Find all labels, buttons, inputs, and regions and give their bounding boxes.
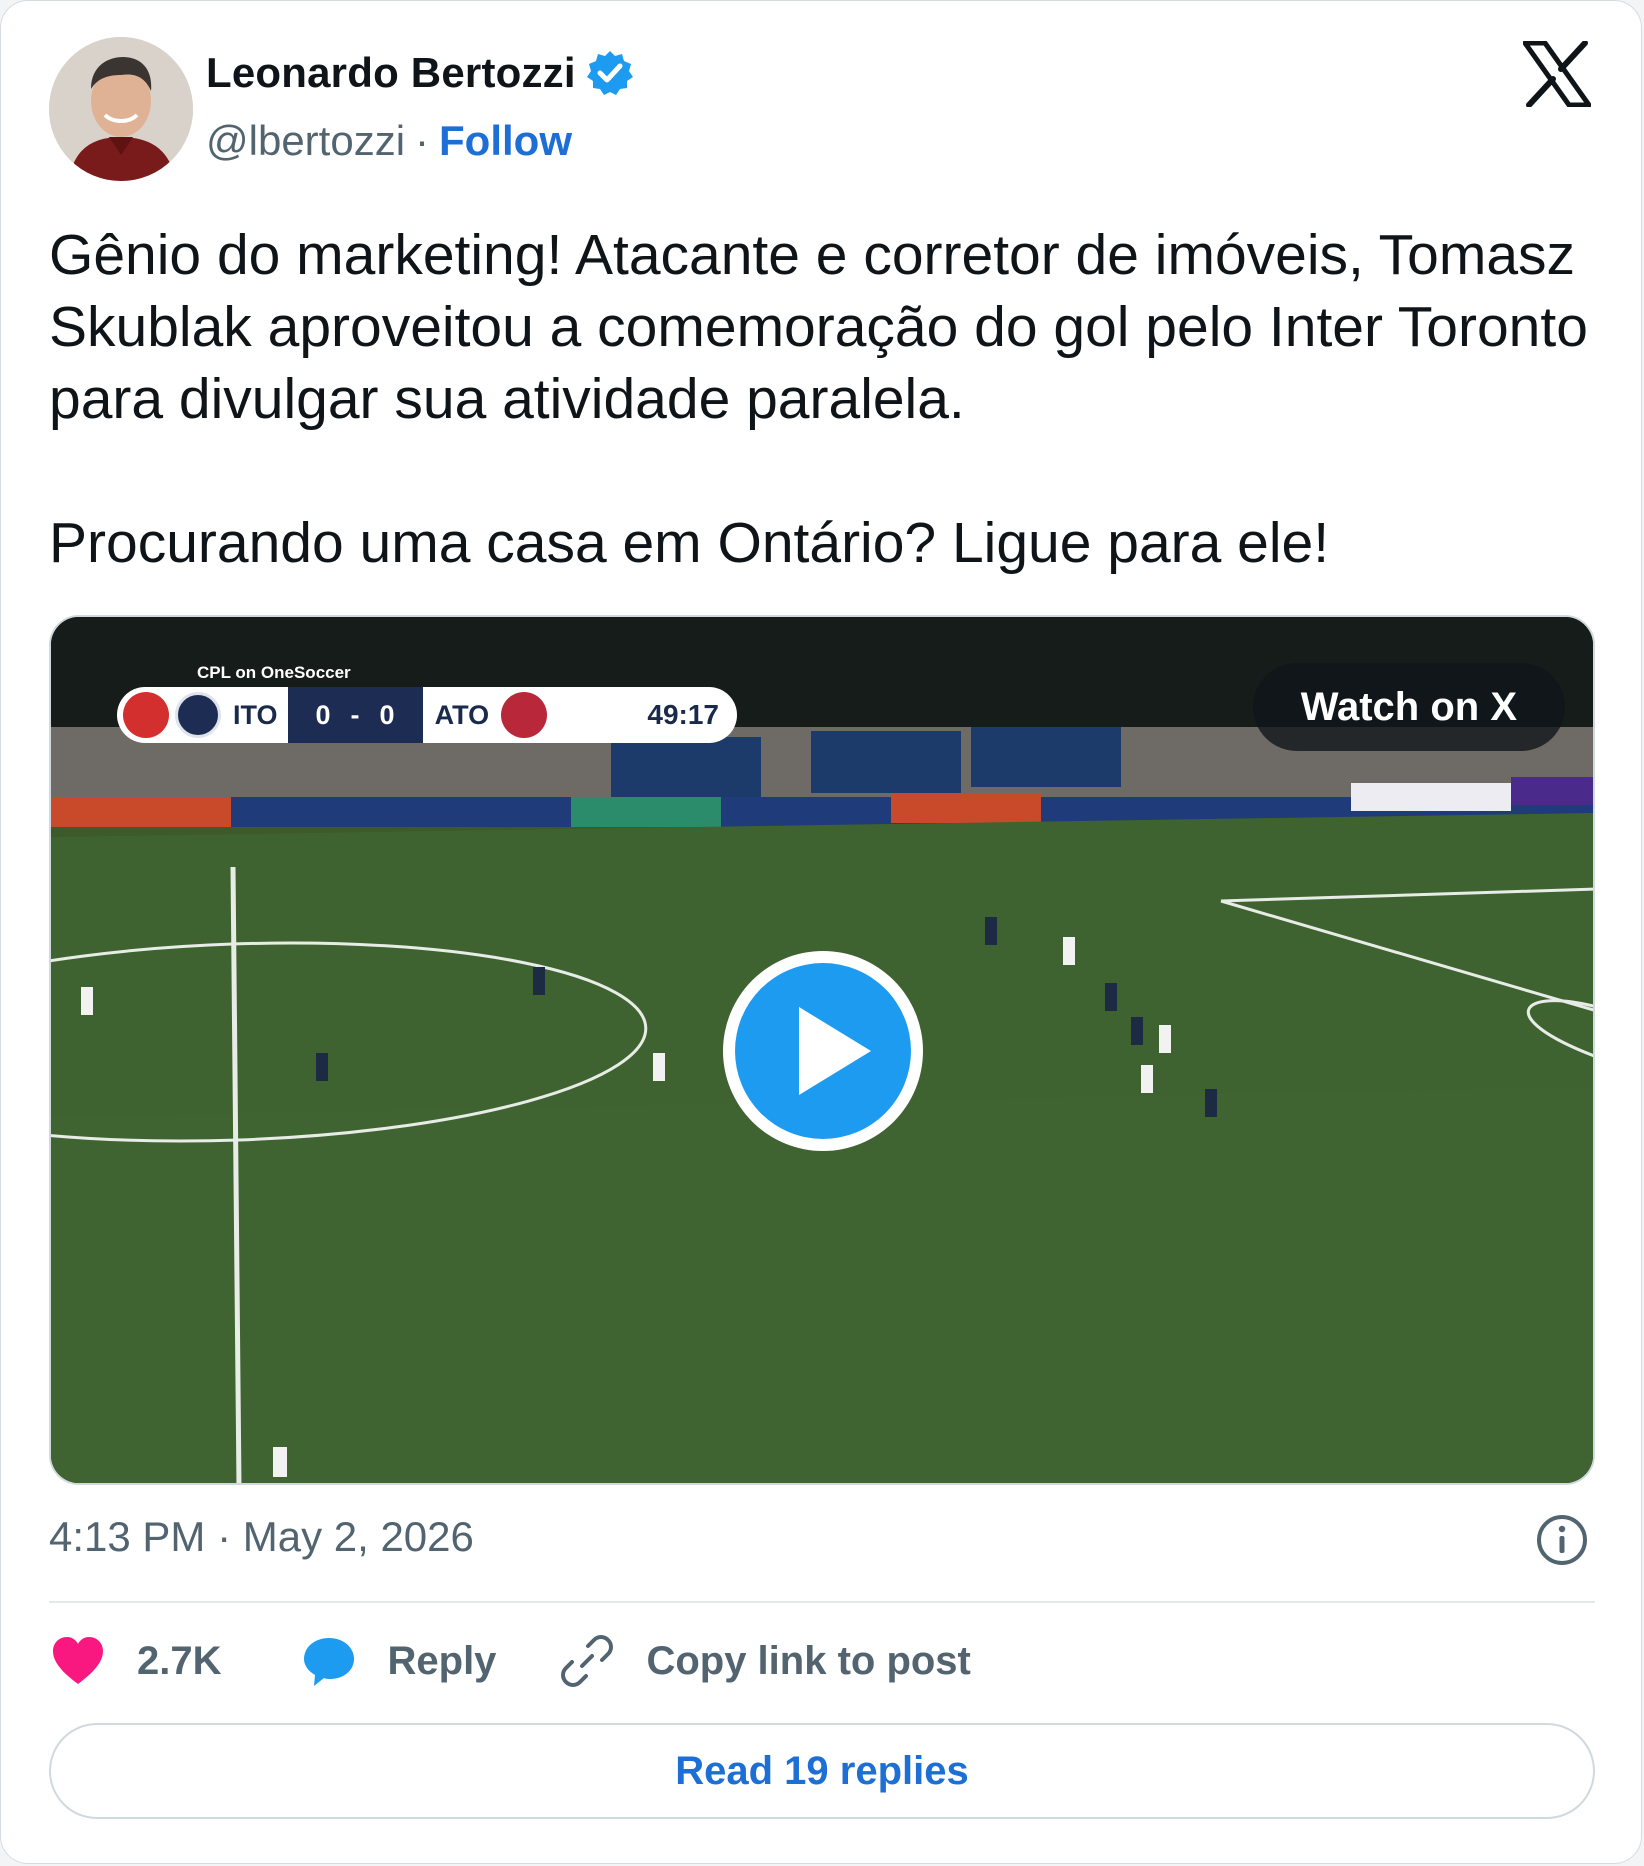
league-logo-icon xyxy=(123,692,169,738)
home-team-logo-icon xyxy=(175,692,221,738)
play-icon xyxy=(799,1007,871,1095)
copy-link-label: Copy link to post xyxy=(646,1638,971,1683)
avatar[interactable] xyxy=(49,37,193,181)
link-icon xyxy=(561,1635,614,1687)
author-handle[interactable]: @lbertozzi xyxy=(206,117,405,165)
scoreboard-bar: ITO 0 - 0 ATO 49:17 xyxy=(117,687,737,743)
read-replies-button[interactable]: Read 19 replies xyxy=(49,1723,1595,1819)
reply-label: Reply xyxy=(387,1638,497,1683)
follow-button[interactable]: Follow xyxy=(439,117,572,165)
author-name[interactable]: Leonardo Bertozzi xyxy=(206,49,576,97)
away-score: 0 xyxy=(379,699,395,730)
author-name-row: Leonardo Bertozzi xyxy=(206,49,634,97)
action-bar: 2.7K Reply Copy link to post xyxy=(49,1631,1033,1691)
away-team-logo-icon xyxy=(501,692,548,738)
tweet-text: Gênio do marketing! Atacante e corretor … xyxy=(49,223,1588,575)
info-icon[interactable] xyxy=(1535,1513,1589,1567)
heart-icon xyxy=(53,1637,103,1684)
video-player[interactable]: CPL on OneSoccer ITO 0 - 0 ATO 49:17 Wat… xyxy=(49,615,1595,1485)
reply-button[interactable]: Reply xyxy=(300,1632,497,1690)
play-button-fill xyxy=(735,963,911,1139)
home-team-name: ITO xyxy=(233,699,278,730)
avatar-image xyxy=(49,37,193,181)
tweet-card: Leonardo Bertozzi @lbertozzi · Follow Gê… xyxy=(0,0,1642,1864)
like-count: 2.7K xyxy=(137,1638,222,1683)
home-score: 0 xyxy=(315,699,331,730)
scoreboard-caption: CPL on OneSoccer xyxy=(197,663,351,682)
play-button[interactable] xyxy=(723,951,923,1151)
tweet-timestamp[interactable]: 4:13 PM · May 2, 2026 xyxy=(49,1513,474,1561)
copy-link-button[interactable]: Copy link to post xyxy=(558,1632,971,1690)
verified-badge-icon xyxy=(586,51,633,95)
watch-on-x-button[interactable]: Watch on X xyxy=(1252,663,1565,751)
x-logo-icon[interactable] xyxy=(1523,41,1591,107)
reply-bubble-icon xyxy=(303,1638,354,1686)
separator-dot: · xyxy=(415,117,430,164)
divider xyxy=(49,1601,1595,1603)
away-team-name: ATO xyxy=(434,699,490,730)
score: 0 - 0 xyxy=(287,687,423,743)
like-button[interactable]: 2.7K xyxy=(49,1632,222,1690)
scoreboard: CPL on OneSoccer ITO 0 - 0 ATO 49:17 xyxy=(117,663,737,743)
match-clock: 49:17 xyxy=(647,699,719,730)
author-handle-row: @lbertozzi · Follow xyxy=(206,117,572,165)
score-separator: - xyxy=(350,699,360,730)
